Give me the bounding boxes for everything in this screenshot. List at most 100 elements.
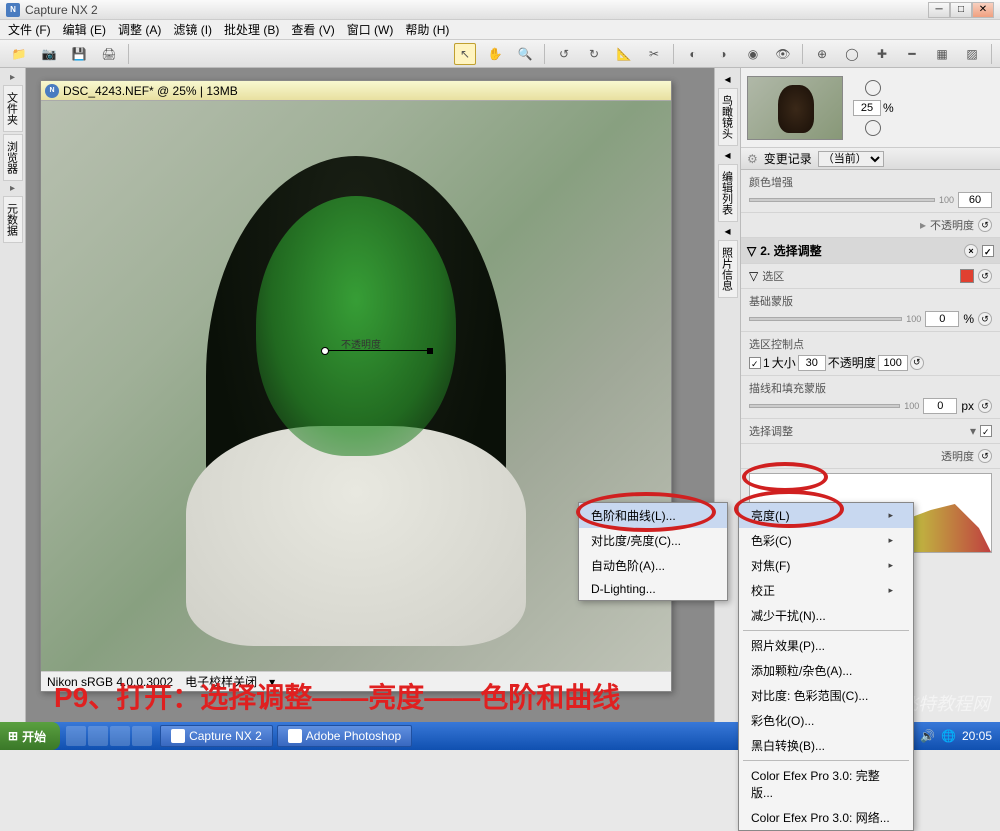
menu-item-photoeffect[interactable]: 照片效果(P)...: [739, 633, 913, 658]
menu-item-levels[interactable]: 色阶和曲线(L)...: [579, 503, 727, 528]
collapse-icon[interactable]: ◂: [724, 224, 730, 238]
slider-track[interactable]: [749, 198, 935, 202]
maximize-button[interactable]: □: [950, 2, 972, 18]
seladjust-checkbox[interactable]: [980, 425, 992, 437]
menu-item-color[interactable]: 色彩(C)▸: [739, 528, 913, 553]
menu-item-autolevels[interactable]: 自动色阶(A)...: [579, 553, 727, 578]
control-point-end[interactable]: [427, 348, 433, 354]
delete-step-icon[interactable]: ×: [964, 244, 978, 258]
zoom-tool-icon[interactable]: 🔍: [514, 43, 536, 65]
start-button[interactable]: ⊞ 开始: [0, 722, 60, 750]
menu-item-brightness[interactable]: 亮度(L)▸: [739, 503, 913, 528]
pointer-tool-icon[interactable]: ↖: [454, 43, 476, 65]
zoom-in-icon[interactable]: [865, 80, 881, 96]
task-photoshop[interactable]: Adobe Photoshop: [277, 725, 412, 747]
cp-checkbox[interactable]: [749, 357, 761, 369]
neutral-point-icon[interactable]: ◉: [742, 43, 764, 65]
redeye-icon[interactable]: 👁: [772, 43, 794, 65]
minimize-button[interactable]: ─: [928, 2, 950, 18]
tab-photoinfo[interactable]: 照片信息: [718, 240, 738, 298]
zoom-input[interactable]: [853, 100, 881, 116]
navigator-thumbnail[interactable]: [747, 76, 843, 140]
history-select[interactable]: （当前）: [818, 151, 884, 167]
collapse-icon[interactable]: ◂: [724, 148, 730, 162]
white-point-icon[interactable]: ◑: [712, 43, 734, 65]
tab-editlist[interactable]: 编辑列表: [718, 164, 738, 222]
reset-icon[interactable]: ↺: [978, 218, 992, 232]
menu-item-noise[interactable]: 减少干扰(N)...: [739, 603, 913, 628]
task-capturenx[interactable]: Capture NX 2: [160, 725, 273, 747]
tab-browser[interactable]: 浏览器: [3, 134, 23, 181]
tray-icon[interactable]: 🔊: [920, 729, 935, 743]
zoom-out-icon[interactable]: [865, 120, 881, 136]
menu-item-grain[interactable]: 添加颗粒/杂色(A)...: [739, 658, 913, 683]
system-tray[interactable]: 🔊 🌐 20:05: [912, 729, 1000, 743]
menu-view[interactable]: 查看 (V): [287, 19, 338, 40]
step-opacity2[interactable]: 透明度 ↺: [741, 444, 1000, 469]
step-colorboost[interactable]: 颜色增强 100: [741, 170, 1000, 213]
step-seladjust[interactable]: 选择调整 ▾: [741, 419, 1000, 444]
step-2-header[interactable]: ▽2. 选择调整 ×: [741, 238, 1000, 264]
canvas[interactable]: 不透明度: [41, 101, 671, 671]
menu-item-contrastrange[interactable]: 对比度: 色彩范围(C)...: [739, 683, 913, 708]
colorboost-input[interactable]: [958, 192, 992, 208]
menu-item-efex2[interactable]: Color Efex Pro 3.0: 完整版...: [739, 763, 913, 805]
step-selection[interactable]: ▽ 选区 ↺: [741, 264, 1000, 289]
selection-color-swatch[interactable]: [960, 269, 974, 283]
control-point-widget[interactable]: 不透明度: [321, 336, 441, 366]
tab-metadata[interactable]: 元数据: [3, 196, 23, 243]
brush-plus-icon[interactable]: ✚: [871, 43, 893, 65]
save-icon[interactable]: 💾: [68, 43, 90, 65]
menu-item-dlighting[interactable]: D-Lighting...: [579, 578, 727, 600]
gear-icon[interactable]: ⚙: [747, 152, 758, 166]
control-point-icon[interactable]: ⊕: [811, 43, 833, 65]
tray-icon[interactable]: 🌐: [941, 729, 956, 743]
tab-birdseye[interactable]: 鸟瞰镜头: [718, 88, 738, 146]
control-point-handle[interactable]: [321, 347, 329, 355]
menu-filter[interactable]: 滤镜 (I): [169, 19, 216, 40]
rotate-cw-icon[interactable]: ↻: [583, 43, 605, 65]
open-icon[interactable]: 📁: [8, 43, 30, 65]
brush-minus-icon[interactable]: ━: [901, 43, 923, 65]
reset-icon[interactable]: ↺: [978, 269, 992, 283]
slider-track[interactable]: [749, 404, 900, 408]
ql-icon[interactable]: [66, 726, 86, 746]
slider-track[interactable]: [749, 317, 902, 321]
crop-icon[interactable]: ✂: [643, 43, 665, 65]
menu-adjust[interactable]: 调整 (A): [114, 19, 165, 40]
reset-icon[interactable]: ↺: [978, 449, 992, 463]
menu-file[interactable]: 文件 (F): [4, 19, 55, 40]
gradient-icon[interactable]: ▦: [931, 43, 953, 65]
menu-item-bw[interactable]: 黑白转换(B)...: [739, 733, 913, 758]
camera-icon[interactable]: 📷: [38, 43, 60, 65]
step-checkbox[interactable]: [982, 245, 994, 257]
reset-icon[interactable]: ↺: [910, 356, 924, 370]
ql-icon[interactable]: [110, 726, 130, 746]
lasso-icon[interactable]: ◯: [841, 43, 863, 65]
rotate-ccw-icon[interactable]: ↺: [553, 43, 575, 65]
menu-item-colorize[interactable]: 彩色化(O)...: [739, 708, 913, 733]
collapse-icon[interactable]: ▸: [10, 183, 15, 194]
menu-window[interactable]: 窗口 (W): [343, 19, 398, 40]
collapse-icon[interactable]: ◂: [724, 72, 730, 86]
straighten-icon[interactable]: 📐: [613, 43, 635, 65]
hand-tool-icon[interactable]: ✋: [484, 43, 506, 65]
menu-item-contrast[interactable]: 对比度/亮度(C)...: [579, 528, 727, 553]
menu-help[interactable]: 帮助 (H): [401, 19, 453, 40]
stroke-input[interactable]: [923, 398, 957, 414]
step-opacity[interactable]: ▸ 不透明度 ↺: [741, 213, 1000, 238]
menu-edit[interactable]: 编辑 (E): [59, 19, 110, 40]
black-point-icon[interactable]: ◐: [682, 43, 704, 65]
basemask-input[interactable]: [925, 311, 959, 327]
reset-icon[interactable]: ↺: [978, 312, 992, 326]
cp-size-input[interactable]: [798, 355, 826, 371]
menu-item-correction[interactable]: 校正▸: [739, 578, 913, 603]
print-icon[interactable]: 🖨: [98, 43, 120, 65]
cp-opacity-input[interactable]: [878, 355, 908, 371]
tab-folders[interactable]: 文件夹: [3, 85, 23, 132]
close-button[interactable]: ✕: [972, 2, 994, 18]
reset-icon[interactable]: ↺: [978, 399, 992, 413]
ql-icon[interactable]: [88, 726, 108, 746]
collapse-icon[interactable]: ▸: [10, 72, 15, 83]
menu-batch[interactable]: 批处理 (B): [220, 19, 283, 40]
